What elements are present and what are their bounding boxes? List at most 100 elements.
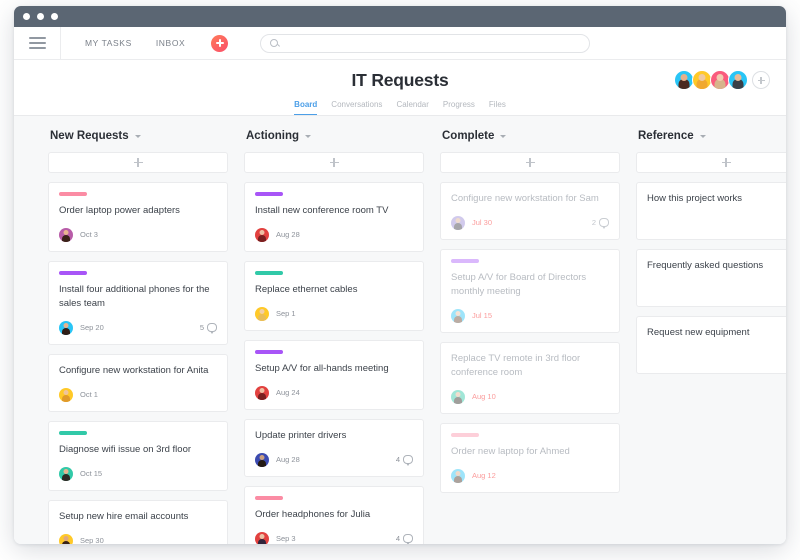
task-card[interactable]: Install new conference room TV Aug 28 — [244, 182, 424, 252]
card-title: Configure new workstation for Sam — [451, 193, 599, 204]
task-card[interactable]: Configure new workstation for Anita Oct 1 — [48, 354, 228, 412]
comment-count[interactable]: 4 — [396, 455, 413, 466]
quick-add-button[interactable] — [211, 34, 229, 52]
card-due-date: Jul 30 — [472, 218, 493, 227]
comment-bubble-icon — [403, 534, 413, 544]
chevron-down-icon[interactable] — [305, 134, 312, 138]
add-member-button[interactable] — [752, 71, 770, 89]
add-card-button[interactable] — [440, 152, 620, 173]
avatar-body — [258, 392, 266, 400]
card-tag — [59, 192, 87, 196]
comment-count-value: 5 — [199, 323, 204, 332]
tab-board[interactable]: Board — [294, 100, 318, 115]
column-title: Actioning — [246, 130, 300, 142]
avatar-head — [259, 387, 265, 393]
avatar[interactable] — [710, 70, 730, 90]
task-card[interactable]: Setup A/V for Board of Directors monthly… — [440, 249, 620, 333]
card-footer: Sep 3 4 — [255, 531, 413, 544]
avatar-head — [716, 74, 724, 81]
card-title: Install four additional phones for the s… — [59, 284, 210, 309]
tab-files[interactable]: Files — [489, 100, 506, 115]
task-card[interactable]: Replace TV remote in 3rd floor conferenc… — [440, 342, 620, 414]
board-column: Complete Configure new workstation for Sa… — [432, 130, 628, 544]
window-close-dot[interactable] — [23, 13, 30, 20]
avatar-body — [62, 394, 70, 402]
comment-count[interactable]: 2 — [591, 218, 609, 229]
task-card[interactable]: How this project works — [636, 182, 786, 240]
card-title: Order laptop power adapters — [59, 205, 180, 216]
avatar-head — [259, 533, 265, 539]
avatar-head — [455, 217, 461, 223]
avatar[interactable] — [728, 70, 748, 90]
add-card-button[interactable] — [636, 152, 786, 173]
assignee-avatar[interactable] — [451, 468, 465, 483]
nav-link-my-tasks[interactable]: MY TASKS — [85, 38, 132, 48]
window-maximize-dot[interactable] — [51, 13, 58, 20]
hamburger-menu-icon[interactable] — [14, 26, 61, 60]
assignee-avatar[interactable] — [59, 227, 73, 242]
card-title: Request new equipment — [647, 327, 750, 338]
task-card[interactable]: Install four additional phones for the s… — [48, 261, 228, 345]
comment-count[interactable]: 4 — [396, 534, 413, 544]
card-title: Install new conference room TV — [255, 205, 389, 216]
tab-progress[interactable]: Progress — [443, 100, 475, 115]
chevron-down-icon[interactable] — [699, 134, 706, 138]
assignee-avatar[interactable] — [451, 308, 465, 323]
add-card-button[interactable] — [244, 152, 424, 173]
assignee-avatar[interactable] — [451, 215, 465, 230]
card-due-date: Aug 24 — [276, 388, 300, 397]
avatar-body — [454, 475, 462, 483]
comment-count-value: 2 — [591, 218, 596, 227]
task-card[interactable]: Request new equipment — [636, 316, 786, 374]
comment-bubble-icon — [403, 455, 413, 466]
assignee-avatar[interactable] — [59, 320, 73, 335]
tab-conversations[interactable]: Conversations — [331, 100, 382, 115]
task-card[interactable]: Replace ethernet cables Sep 1 — [244, 261, 424, 331]
avatar[interactable] — [692, 70, 712, 90]
assignee-avatar[interactable] — [59, 466, 73, 481]
project-tabs: Board Conversations Calendar Progress Fi… — [14, 100, 786, 115]
avatar-head — [63, 229, 69, 235]
task-card[interactable]: Order headphones for Julia Sep 3 4 — [244, 486, 424, 544]
top-navbar: MY TASKS INBOX — [14, 26, 786, 60]
assignee-avatar[interactable] — [255, 452, 269, 467]
task-card[interactable]: Frequently asked questions — [636, 249, 786, 307]
plus-icon — [329, 158, 339, 167]
task-card[interactable]: Diagnose wifi issue on 3rd floor Oct 15 — [48, 421, 228, 491]
task-card[interactable]: Update printer drivers Aug 28 4 — [244, 419, 424, 477]
card-title: Setup new hire email accounts — [59, 511, 189, 522]
add-card-button[interactable] — [48, 152, 228, 173]
assignee-avatar[interactable] — [255, 531, 269, 544]
task-card[interactable]: Setup A/V for all-hands meeting Aug 24 — [244, 340, 424, 410]
task-card[interactable]: Setup new hire email accounts Sep 30 — [48, 500, 228, 544]
assignee-avatar[interactable] — [255, 227, 269, 242]
nav-link-inbox[interactable]: INBOX — [156, 38, 185, 48]
card-footer: Aug 12 — [451, 468, 609, 483]
task-card[interactable]: Order laptop power adapters Oct 3 — [48, 182, 228, 252]
task-card[interactable]: Configure new workstation for Sam Jul 30 2 — [440, 182, 620, 240]
task-card[interactable]: Order new laptop for Ahmed Aug 12 — [440, 423, 620, 493]
assignee-avatar[interactable] — [59, 387, 73, 402]
assignee-avatar[interactable] — [59, 533, 73, 544]
avatar[interactable] — [674, 70, 694, 90]
chevron-down-icon[interactable] — [134, 134, 141, 138]
card-tag — [59, 431, 87, 435]
search-input[interactable] — [284, 38, 581, 48]
chevron-down-icon[interactable] — [500, 134, 507, 138]
comment-count[interactable]: 5 — [199, 323, 217, 334]
card-due-date: Sep 3 — [276, 534, 296, 543]
window-minimize-dot[interactable] — [37, 13, 44, 20]
avatar-head — [259, 308, 265, 314]
column-header: Complete — [440, 130, 620, 142]
assignee-avatar[interactable] — [255, 306, 269, 321]
card-tag — [59, 271, 87, 275]
tab-calendar[interactable]: Calendar — [396, 100, 428, 115]
assignee-avatar[interactable] — [255, 385, 269, 400]
card-due-date: Oct 1 — [80, 390, 98, 399]
card-footer: Aug 24 — [255, 385, 413, 400]
assignee-avatar[interactable] — [451, 389, 465, 404]
column-header: New Requests — [48, 130, 228, 142]
search-box[interactable] — [260, 33, 591, 53]
search-icon — [270, 39, 279, 47]
card-title: Update printer drivers — [255, 430, 347, 441]
